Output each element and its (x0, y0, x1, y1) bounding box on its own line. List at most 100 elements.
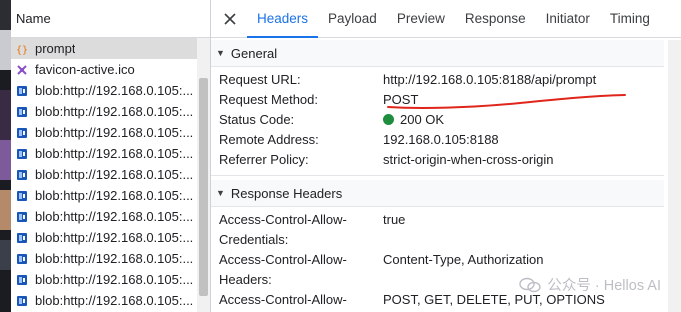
request-list-item[interactable]: blob:http://192.168.0.105:... (11, 227, 197, 248)
request-list-item[interactable]: favicon-active.ico (11, 59, 197, 80)
request-list-item[interactable]: blob:http://192.168.0.105:... (11, 290, 197, 311)
remote-address-row: Remote Address: 192.168.0.105:8188 (211, 129, 664, 149)
request-url-label: Request URL: (219, 71, 301, 87)
allow-credentials-row: Access-Control-Allow- Credentials: true (211, 210, 664, 250)
background-page-strip (0, 0, 11, 312)
tab-headers[interactable]: Headers (247, 0, 319, 38)
close-details-button[interactable] (219, 8, 241, 30)
status-ok-icon (383, 113, 394, 125)
tab-timing-label: Timing (609, 11, 650, 26)
blob-icon (16, 127, 28, 139)
blob-icon (16, 274, 28, 286)
allow-headers-label-line1: Access-Control-Allow- (219, 252, 347, 267)
request-list-scrollbar[interactable] (197, 38, 210, 312)
image-icon (16, 64, 28, 76)
close-icon (224, 12, 236, 25)
request-list-item[interactable]: blob:http://192.168.0.105:... (11, 143, 197, 164)
request-method-label: Request Method: (219, 91, 319, 107)
collapse-triangle-icon: ▼ (216, 188, 225, 198)
allow-methods-label: Access-Control-Allow- (211, 290, 383, 310)
request-list-item-label: blob:http://192.168.0.105:... (35, 188, 194, 203)
request-list-item[interactable]: blob:http://192.168.0.105:... (11, 269, 197, 290)
request-list-item-label: blob:http://192.168.0.105:... (35, 167, 194, 182)
blob-icon (16, 211, 28, 223)
details-tab-bar: Headers Payload Preview Response Initiat… (211, 0, 681, 38)
request-list-item-label: blob:http://192.168.0.105:... (35, 293, 194, 308)
details-scrollbar[interactable] (668, 40, 681, 312)
request-list-item[interactable]: blob:http://192.168.0.105:... (11, 80, 197, 101)
status-code-text: 200 OK (400, 111, 445, 127)
tab-initiator[interactable]: Initiator (536, 0, 600, 37)
allow-credentials-label-line2: Credentials: (219, 232, 289, 247)
allow-headers-label: Access-Control-Allow- Headers: (211, 250, 383, 290)
request-list-item[interactable]: blob:http://192.168.0.105:... (11, 248, 197, 269)
allow-credentials-label: Access-Control-Allow- Credentials: (211, 210, 383, 250)
tab-payload-label: Payload (328, 11, 377, 26)
request-list-item-label: blob:http://192.168.0.105:... (35, 272, 194, 287)
request-url-row: Request URL: http://192.168.0.105:8188/a… (211, 69, 664, 89)
remote-address-value[interactable]: 192.168.0.105:8188 (383, 132, 499, 147)
request-list-item[interactable]: blob:http://192.168.0.105:... (11, 164, 197, 185)
request-list-item-label: blob:http://192.168.0.105:... (35, 230, 194, 245)
tab-preview-label: Preview (396, 11, 445, 26)
tab-response[interactable]: Response (455, 0, 536, 37)
request-list-item[interactable]: blob:http://192.168.0.105:... (11, 122, 197, 143)
request-list-item[interactable]: {} prompt (11, 38, 197, 59)
blob-icon (16, 232, 28, 244)
request-list-item-label: blob:http://192.168.0.105:... (35, 104, 194, 119)
tab-payload[interactable]: Payload (318, 0, 387, 37)
request-method-row: Request Method: POST (211, 89, 664, 109)
request-list-scroll-thumb[interactable] (199, 78, 208, 296)
general-section-toggle[interactable]: ▼ General (211, 40, 664, 67)
response-headers-toggle[interactable]: ▼ Response Headers (211, 180, 664, 207)
request-list-item-label: blob:http://192.168.0.105:... (35, 209, 194, 224)
request-list-item-label: prompt (35, 41, 76, 56)
allow-methods-label-line1: Access-Control-Allow- (219, 292, 347, 307)
tab-headers-label: Headers (257, 11, 309, 26)
request-method-value[interactable]: POST (383, 92, 418, 107)
general-section-title: General (230, 45, 278, 61)
blob-icon (16, 295, 28, 307)
general-section: ▼ General Request URL: http://192.168.0.… (211, 40, 664, 176)
tab-initiator-label: Initiator (545, 11, 590, 26)
request-list-item[interactable]: blob:http://192.168.0.105:... (11, 206, 197, 227)
svg-text:{}: {} (16, 45, 28, 55)
tab-response-label: Response (464, 11, 526, 26)
blob-icon (16, 169, 28, 181)
blob-icon (16, 85, 28, 97)
wechat-icon (519, 277, 542, 292)
name-column-header[interactable]: Name (11, 0, 210, 38)
referrer-policy-row: Referrer Policy: strict-origin-when-cros… (211, 149, 664, 169)
collapse-triangle-icon: ▼ (216, 48, 225, 58)
remote-address-label: Remote Address: (219, 131, 319, 147)
fetch-icon: {} (16, 43, 28, 55)
allow-credentials-value[interactable]: true (383, 210, 405, 250)
request-url-value[interactable]: http://192.168.0.105:8188/api/prompt (383, 72, 596, 87)
status-code-label: Status Code: (219, 111, 295, 127)
request-list-item[interactable]: blob:http://192.168.0.105:... (11, 101, 197, 122)
request-list-item-label: blob:http://192.168.0.105:... (35, 146, 194, 161)
request-list-item-label: blob:http://192.168.0.105:... (35, 251, 194, 266)
request-list-item-label: blob:http://192.168.0.105:... (35, 83, 194, 98)
request-list-item-label: favicon-active.ico (35, 62, 135, 77)
referrer-policy-label: Referrer Policy: (219, 151, 309, 167)
request-list-item-label: blob:http://192.168.0.105:... (35, 125, 194, 140)
blob-icon (16, 190, 28, 202)
allow-credentials-label-line1: Access-Control-Allow- (219, 212, 347, 227)
status-code-value[interactable]: 200 OK (383, 112, 444, 127)
request-list-item[interactable]: blob:http://192.168.0.105:... (11, 185, 197, 206)
response-headers-title: Response Headers (230, 185, 343, 201)
watermark-text: 公众号 · Hellos AI (547, 278, 661, 294)
tab-preview[interactable]: Preview (387, 0, 455, 37)
allow-headers-label-line2: Headers: (219, 272, 272, 287)
tab-timing[interactable]: Timing (600, 0, 660, 37)
blob-icon (16, 106, 28, 118)
referrer-policy-value[interactable]: strict-origin-when-cross-origin (383, 152, 554, 167)
watermark: 公众号 · Hellos AI (519, 274, 661, 295)
request-list: {} prompt favicon-active.ico blob:http://19… (11, 38, 197, 311)
name-header-label: Name (16, 11, 51, 26)
blob-icon (16, 148, 28, 160)
status-code-row: Status Code: 200 OK (211, 109, 664, 129)
request-list-panel: Name {} prompt favicon-active.ico blob:http… (11, 0, 211, 312)
request-details-panel: Headers Payload Preview Response Initiat… (211, 0, 681, 312)
